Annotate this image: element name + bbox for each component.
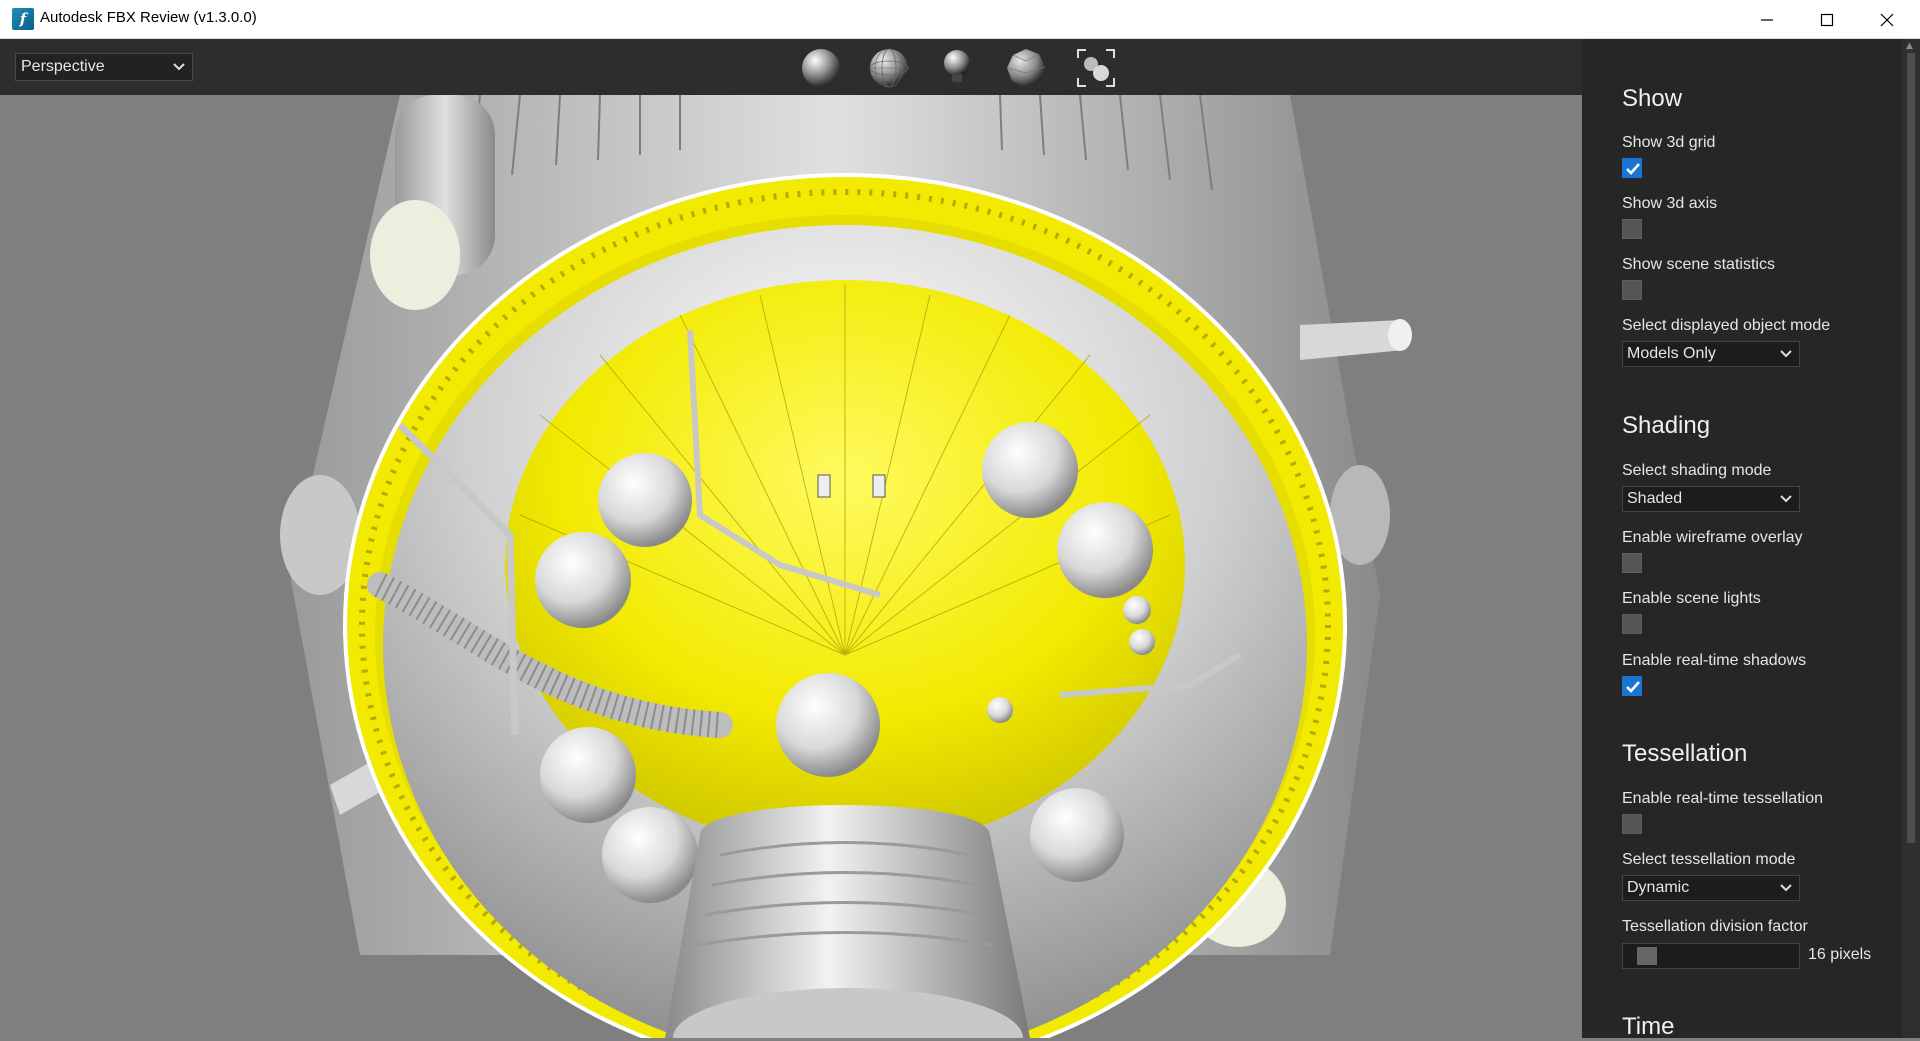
window-title: Autodesk FBX Review (v1.3.0.0)	[40, 9, 257, 26]
scrollbar-thumb[interactable]	[1907, 53, 1915, 843]
light-bulb-icon[interactable]	[936, 47, 978, 89]
tessellation-mode-dropdown[interactable]: Dynamic	[1622, 875, 1800, 901]
shadows-label: Enable real-time shadows	[1622, 652, 1807, 669]
chevron-down-icon	[1779, 342, 1793, 374]
realtime-tessellation-checkbox[interactable]	[1622, 814, 1642, 834]
close-icon	[1880, 13, 1894, 26]
shading-mode-value: Shaded	[1627, 490, 1683, 507]
show-axis-checkbox[interactable]	[1622, 219, 1642, 239]
object-mode-label: Select displayed object mode	[1622, 317, 1831, 334]
wireframe-sphere-icon[interactable]	[868, 47, 910, 89]
chevron-down-icon	[1779, 487, 1793, 519]
show-grid-checkbox[interactable]	[1622, 158, 1642, 178]
show-axis-label: Show 3d axis	[1622, 195, 1718, 212]
shadows-checkbox[interactable]	[1622, 676, 1642, 696]
shading-mode-label: Select shading mode	[1622, 462, 1772, 479]
close-button[interactable]	[1858, 0, 1916, 39]
camera-view-value: Perspective	[21, 58, 105, 75]
division-factor-value: 16 pixels	[1808, 946, 1872, 963]
tessellation-mode-value: Dynamic	[1627, 879, 1690, 896]
scene-lights-label: Enable scene lights	[1622, 590, 1761, 607]
object-mode-dropdown[interactable]: Models Only	[1622, 341, 1800, 367]
realtime-tessellation-label: Enable real-time tessellation	[1622, 790, 1823, 807]
division-factor-label: Tessellation division factor	[1622, 918, 1808, 935]
chevron-down-icon	[172, 54, 186, 89]
frame-selection-icon[interactable]	[1075, 47, 1117, 89]
shaded-sphere-icon[interactable]	[800, 47, 842, 89]
checkmark-icon	[1626, 163, 1640, 175]
section-heading-tessellation: Tessellation	[1622, 740, 1748, 767]
section-heading-time: Time	[1622, 1013, 1675, 1040]
minimize-icon	[1761, 18, 1773, 21]
settings-panel: Show Show 3d grid Show 3d axis Show scen…	[1582, 39, 1902, 1040]
viewport-toolbar: Perspective	[0, 39, 1582, 95]
title-bar: f Autodesk FBX Review (v1.3.0.0)	[0, 0, 1920, 39]
show-grid-label: Show 3d grid	[1622, 134, 1716, 151]
object-mode-value: Models Only	[1627, 345, 1716, 362]
scene-lights-checkbox[interactable]	[1622, 614, 1642, 634]
fbx-app-icon: f	[12, 8, 34, 30]
tessellation-mode-label: Select tessellation mode	[1622, 851, 1796, 868]
slider-thumb[interactable]	[1637, 947, 1657, 965]
faceted-sphere-icon[interactable]	[1005, 47, 1047, 89]
maximize-button[interactable]	[1798, 0, 1856, 39]
section-heading-show: Show	[1622, 85, 1683, 112]
chevron-down-icon	[1779, 876, 1793, 908]
wireframe-label: Enable wireframe overlay	[1622, 529, 1803, 546]
scroll-up-icon[interactable]: ▲	[1906, 41, 1913, 51]
panel-scrollbar[interactable]: ▲	[1902, 39, 1920, 1038]
show-stats-checkbox[interactable]	[1622, 280, 1642, 300]
section-heading-shading: Shading	[1622, 412, 1711, 439]
show-stats-label: Show scene statistics	[1622, 256, 1775, 273]
shading-mode-dropdown[interactable]: Shaded	[1622, 486, 1800, 512]
camera-view-dropdown[interactable]: Perspective	[15, 53, 193, 81]
division-factor-slider[interactable]	[1622, 943, 1800, 969]
rocket-engine-model	[280, 95, 1412, 1038]
wireframe-checkbox[interactable]	[1622, 553, 1642, 573]
checkmark-icon	[1626, 681, 1640, 693]
3d-viewport[interactable]	[0, 95, 1582, 1038]
minimize-button[interactable]	[1738, 0, 1796, 39]
maximize-icon	[1820, 13, 1834, 26]
